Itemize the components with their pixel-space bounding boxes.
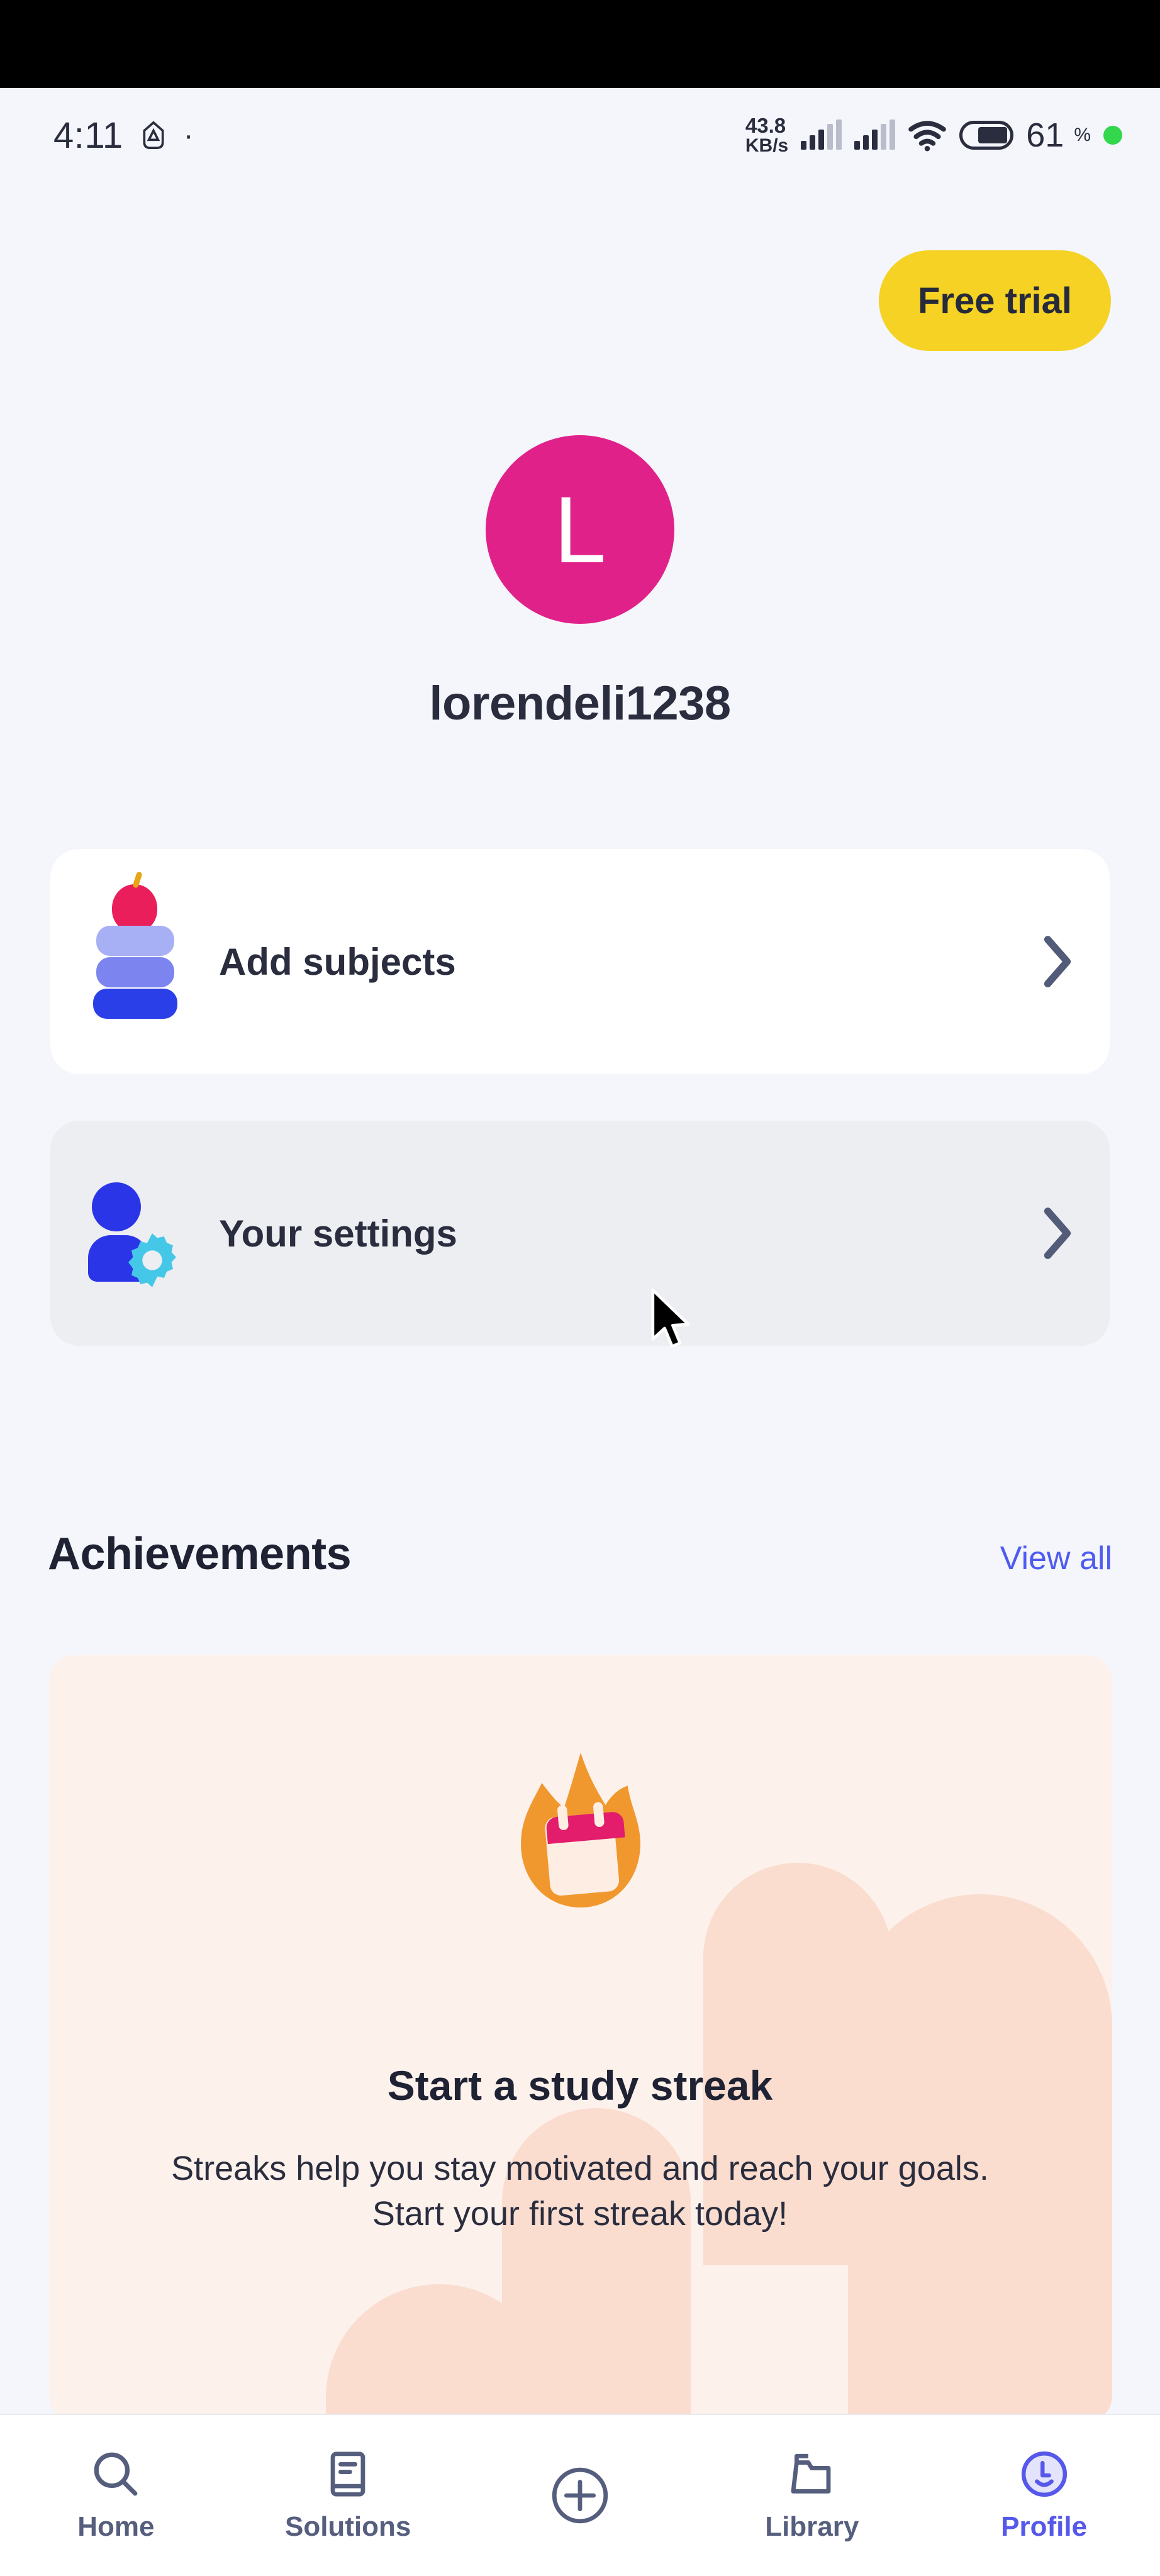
network-speed-value: 43.8 [745,113,786,137]
streak-card-title: Start a study streak [387,2062,773,2109]
apple-shape [112,884,157,932]
add-subjects-label: Add subjects [219,940,456,983]
droplet-app-icon [143,121,164,149]
network-speed-indicator: 43.8 KB/s [745,115,788,155]
chevron-right-icon [1044,1208,1071,1259]
person-head-shape [92,1182,141,1231]
status-notification-dot: · [183,118,194,152]
plus-circle-icon [552,2467,608,2524]
book-bottom [93,989,177,1019]
green-dot-indicator [1103,126,1122,145]
status-bar-right: 43.8 KB/s 61 % [745,115,1122,155]
status-time: 4:11 [53,114,123,156]
achievements-header: Achievements View all [48,1528,1112,1580]
bottom-navigation-bar: Home Solutions Library Profile [0,2414,1160,2576]
nav-item-add[interactable] [464,2415,696,2576]
chevron-right-icon [1044,936,1071,987]
wifi-icon [908,121,947,152]
nav-item-solutions[interactable]: Solutions [232,2415,464,2576]
books-apple-icon [88,884,182,1021]
person-gear-icon [88,1174,182,1293]
nav-item-home[interactable]: Home [0,2415,232,2576]
nav-label-home: Home [77,2511,155,2542]
profile-avatar-icon [1021,2451,1067,2497]
flame-calendar-icon [521,1752,640,1907]
status-bar-left: 4:11 · [53,114,194,157]
achievements-title: Achievements [48,1529,352,1579]
cellular-signal-icon-2 [854,119,896,150]
flame-icon-wrapper [49,1750,1112,1913]
book-top [96,926,174,956]
network-speed-unit: KB/s [745,135,789,156]
search-icon [94,2452,138,2496]
status-notch-band [0,0,1160,88]
study-streak-card[interactable] [49,1655,1112,2421]
nav-label-profile: Profile [1001,2511,1088,2542]
battery-level: 61 [1026,116,1064,154]
app-screen: 4:11 · 43.8 KB/s 61 % Free trial L loren… [0,0,1160,2576]
your-settings-label: Your settings [219,1212,457,1255]
avatar[interactable]: L [486,435,674,624]
achievements-view-all-link[interactable]: View all [1000,1540,1112,1577]
nav-item-library[interactable]: Library [696,2415,928,2576]
your-settings-row[interactable]: Your settings [50,1121,1110,1346]
battery-icon [959,121,1014,150]
nav-item-profile[interactable]: Profile [928,2415,1160,2576]
battery-percent-symbol: % [1074,125,1091,145]
book-middle [96,957,174,987]
status-bar: 4:11 · 43.8 KB/s 61 % [0,88,1160,182]
book-icon [330,2451,365,2497]
folder-icon [791,2453,831,2494]
nav-label-solutions: Solutions [284,2511,411,2542]
nav-label-library: Library [765,2511,859,2542]
streak-card-description: Streaks help you stay motivated and reac… [171,2150,989,2233]
username: lorendeli1238 [429,677,731,730]
add-subjects-row[interactable]: Add subjects [50,849,1110,1074]
gear-shape [128,1233,176,1287]
cellular-signal-icon-1 [801,119,842,150]
free-trial-button[interactable]: Free trial [879,250,1111,351]
